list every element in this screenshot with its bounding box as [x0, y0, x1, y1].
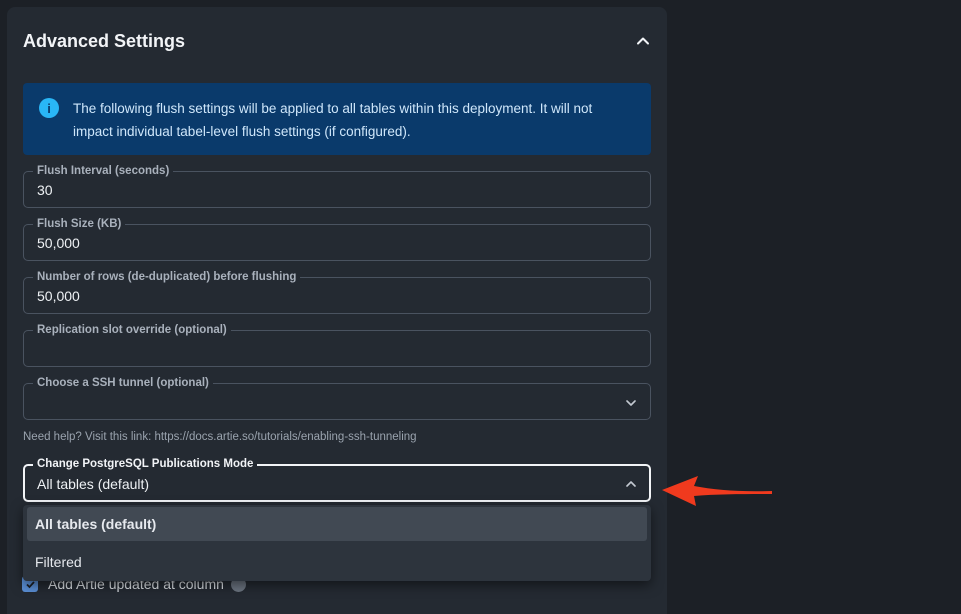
flush-size-value[interactable]: 50,000 [37, 235, 80, 251]
rows-before-flush-field[interactable]: Number of rows (de-duplicated) before fl… [23, 270, 651, 314]
publications-mode-label: Change PostgreSQL Publications Mode [33, 457, 258, 471]
chevron-up-icon[interactable] [631, 29, 655, 53]
option-all-tables[interactable]: All tables (default) [27, 507, 647, 541]
info-alert-text: The following flush settings will be app… [73, 101, 593, 139]
publications-mode-value: All tables (default) [37, 476, 150, 492]
info-icon: i [39, 98, 59, 118]
chevron-down-icon[interactable] [624, 396, 638, 410]
flush-size-field[interactable]: Flush Size (KB) 50,000 [23, 217, 651, 261]
replication-slot-field[interactable]: Replication slot override (optional) [23, 323, 651, 367]
ssh-tunnel-select[interactable]: Choose a SSH tunnel (optional) [23, 376, 651, 420]
rows-before-flush-value[interactable]: 50,000 [37, 288, 80, 304]
ssh-help-text: Need help? Visit this link: https://docs… [23, 431, 417, 443]
flush-interval-value[interactable]: 30 [37, 182, 53, 198]
ssh-tunnel-label: Choose a SSH tunnel (optional) [33, 376, 213, 390]
flush-size-label: Flush Size (KB) [33, 217, 126, 231]
flush-interval-label: Flush Interval (seconds) [33, 164, 174, 178]
flush-interval-field[interactable]: Flush Interval (seconds) 30 [23, 164, 651, 208]
replication-slot-label: Replication slot override (optional) [33, 323, 231, 337]
info-alert: i The following flush settings will be a… [23, 83, 651, 155]
rows-before-flush-label: Number of rows (de-duplicated) before fl… [33, 270, 301, 284]
chevron-up-icon[interactable] [624, 477, 638, 491]
panel-header[interactable]: Advanced Settings [23, 29, 655, 53]
option-filtered[interactable]: Filtered [27, 545, 647, 579]
publications-mode-menu: All tables (default) Filtered [23, 505, 651, 581]
publications-mode-select[interactable]: Change PostgreSQL Publications Mode All … [23, 457, 651, 502]
red-arrow-annotation [662, 476, 772, 506]
panel-title: Advanced Settings [23, 30, 186, 51]
